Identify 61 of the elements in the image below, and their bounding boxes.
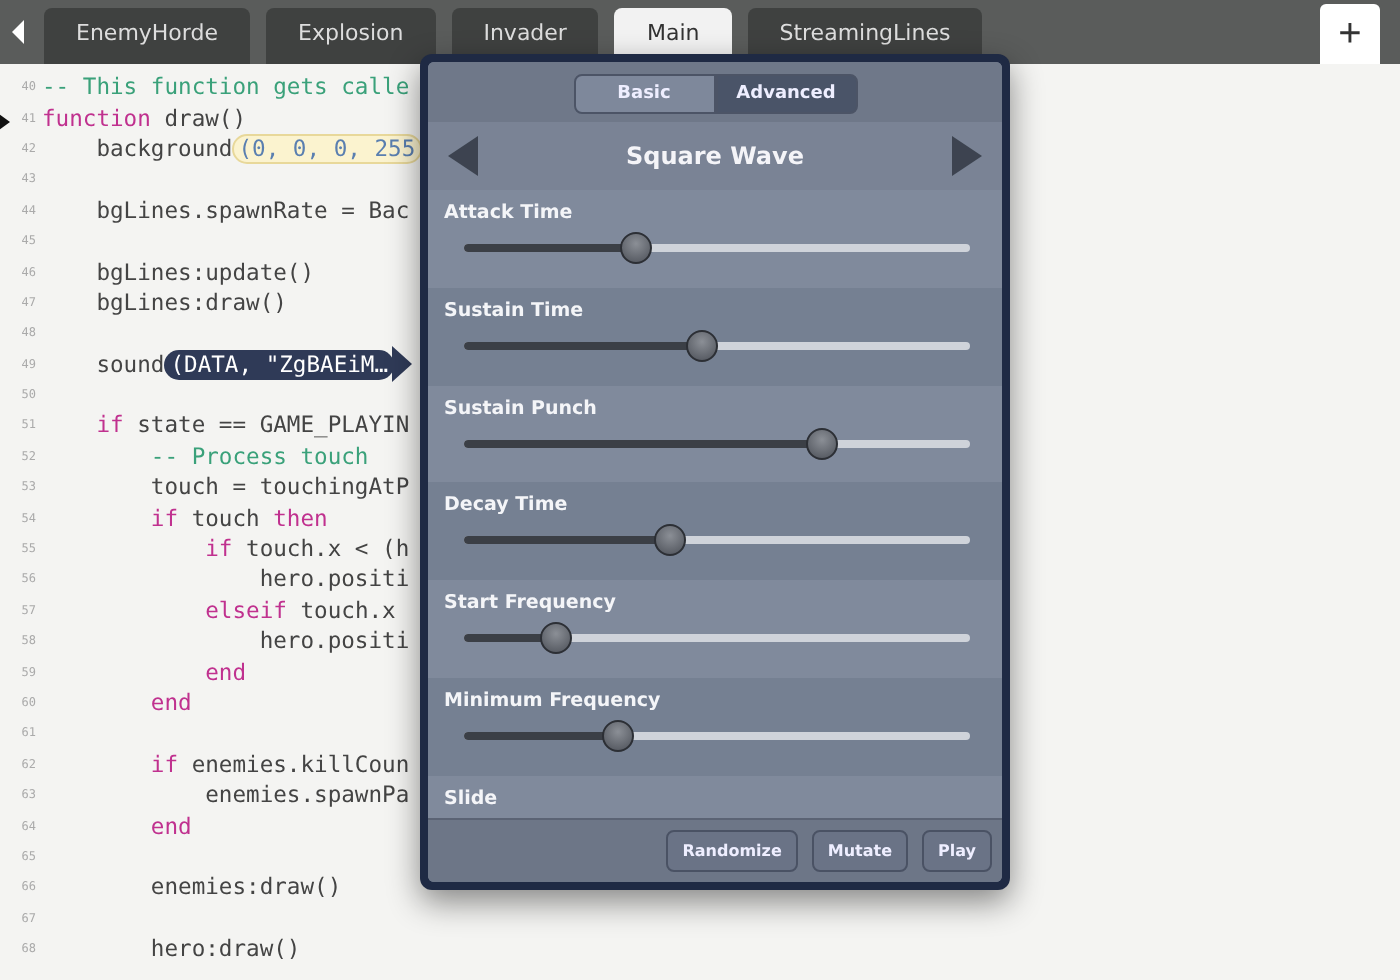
code-text: bgLines.spawnRate = Bac <box>94 197 410 224</box>
parameter-label: Slide <box>444 787 500 810</box>
slider-track[interactable] <box>464 524 970 557</box>
code-keyword: end <box>203 659 247 686</box>
code-keyword: if <box>94 412 124 439</box>
code-text: hero.positi <box>257 566 410 593</box>
file-tab[interactable]: EnemyHorde <box>44 8 250 64</box>
slider-track[interactable] <box>464 719 970 752</box>
code-keyword: end <box>148 690 192 716</box>
code-text: touch = touchingAtP <box>148 474 410 501</box>
parameter-label: Sustain Time <box>444 299 586 322</box>
slider-track[interactable] <box>464 622 970 655</box>
previous-arrow-icon[interactable] <box>448 136 480 176</box>
code-text: hero:draw() <box>148 936 301 963</box>
code-text: sound <box>94 351 165 378</box>
code-text: background <box>94 135 233 162</box>
code-keyword: if <box>148 505 179 532</box>
parameter-label: Start Frequency <box>444 592 618 615</box>
code-keyword: if <box>148 751 179 778</box>
left-arrow-icon[interactable] <box>8 18 28 46</box>
code-text: touch <box>189 505 262 532</box>
slider-thumb[interactable] <box>539 622 572 655</box>
mode-tab[interactable]: Advanced <box>715 74 857 114</box>
code-comment: -- This function gets calle <box>42 74 410 101</box>
parameter-label: Minimum Frequency <box>444 689 663 712</box>
code-text: enemies.spawnPa <box>203 782 410 809</box>
slider-thumb[interactable] <box>805 427 838 460</box>
parameter-label: Attack Time <box>444 202 575 224</box>
code-text: bgLines:update() <box>94 259 315 286</box>
pointer-icon <box>392 346 413 383</box>
parameter-label: Sustain Punch <box>444 397 599 420</box>
slider-track[interactable] <box>464 329 970 362</box>
code-text: draw() <box>162 105 247 132</box>
code-keyword: function <box>42 105 151 132</box>
waveform-title: Square Wave <box>626 142 804 170</box>
slider-track[interactable] <box>464 427 970 460</box>
action-button[interactable]: Play <box>922 830 992 872</box>
code-keyword: end <box>148 813 192 840</box>
action-button[interactable]: Randomize <box>666 830 798 872</box>
code-keyword: elseif <box>203 597 287 624</box>
code-text: enemies:draw() <box>148 874 342 901</box>
code-text: hero.positi <box>257 628 410 655</box>
add-tab-button[interactable]: + <box>1320 4 1380 64</box>
file-tab[interactable]: Explosion <box>266 8 436 64</box>
slider-thumb[interactable] <box>653 524 686 557</box>
slider-thumb[interactable] <box>601 719 634 752</box>
slider-thumb[interactable] <box>686 329 719 362</box>
code-text: touch.x < (h <box>244 536 410 563</box>
color-token[interactable]: (0, 0, 0, 255 <box>232 133 422 164</box>
code-text: touch.x <box>298 597 396 624</box>
code-keyword: if <box>203 536 233 563</box>
code-comment: -- Process touch <box>148 443 369 470</box>
slider-track[interactable] <box>464 232 970 264</box>
code-text: bgLines:draw() <box>94 289 287 316</box>
code-text: enemies.killCoun <box>189 751 410 778</box>
code-keyword: then <box>273 505 328 532</box>
slider-thumb[interactable] <box>620 232 653 264</box>
action-button[interactable]: Mutate <box>811 830 909 872</box>
parameter-label: Decay Time <box>444 494 570 517</box>
code-text: state == GAME_PLAYIN <box>135 412 410 439</box>
next-arrow-icon[interactable] <box>949 136 982 176</box>
